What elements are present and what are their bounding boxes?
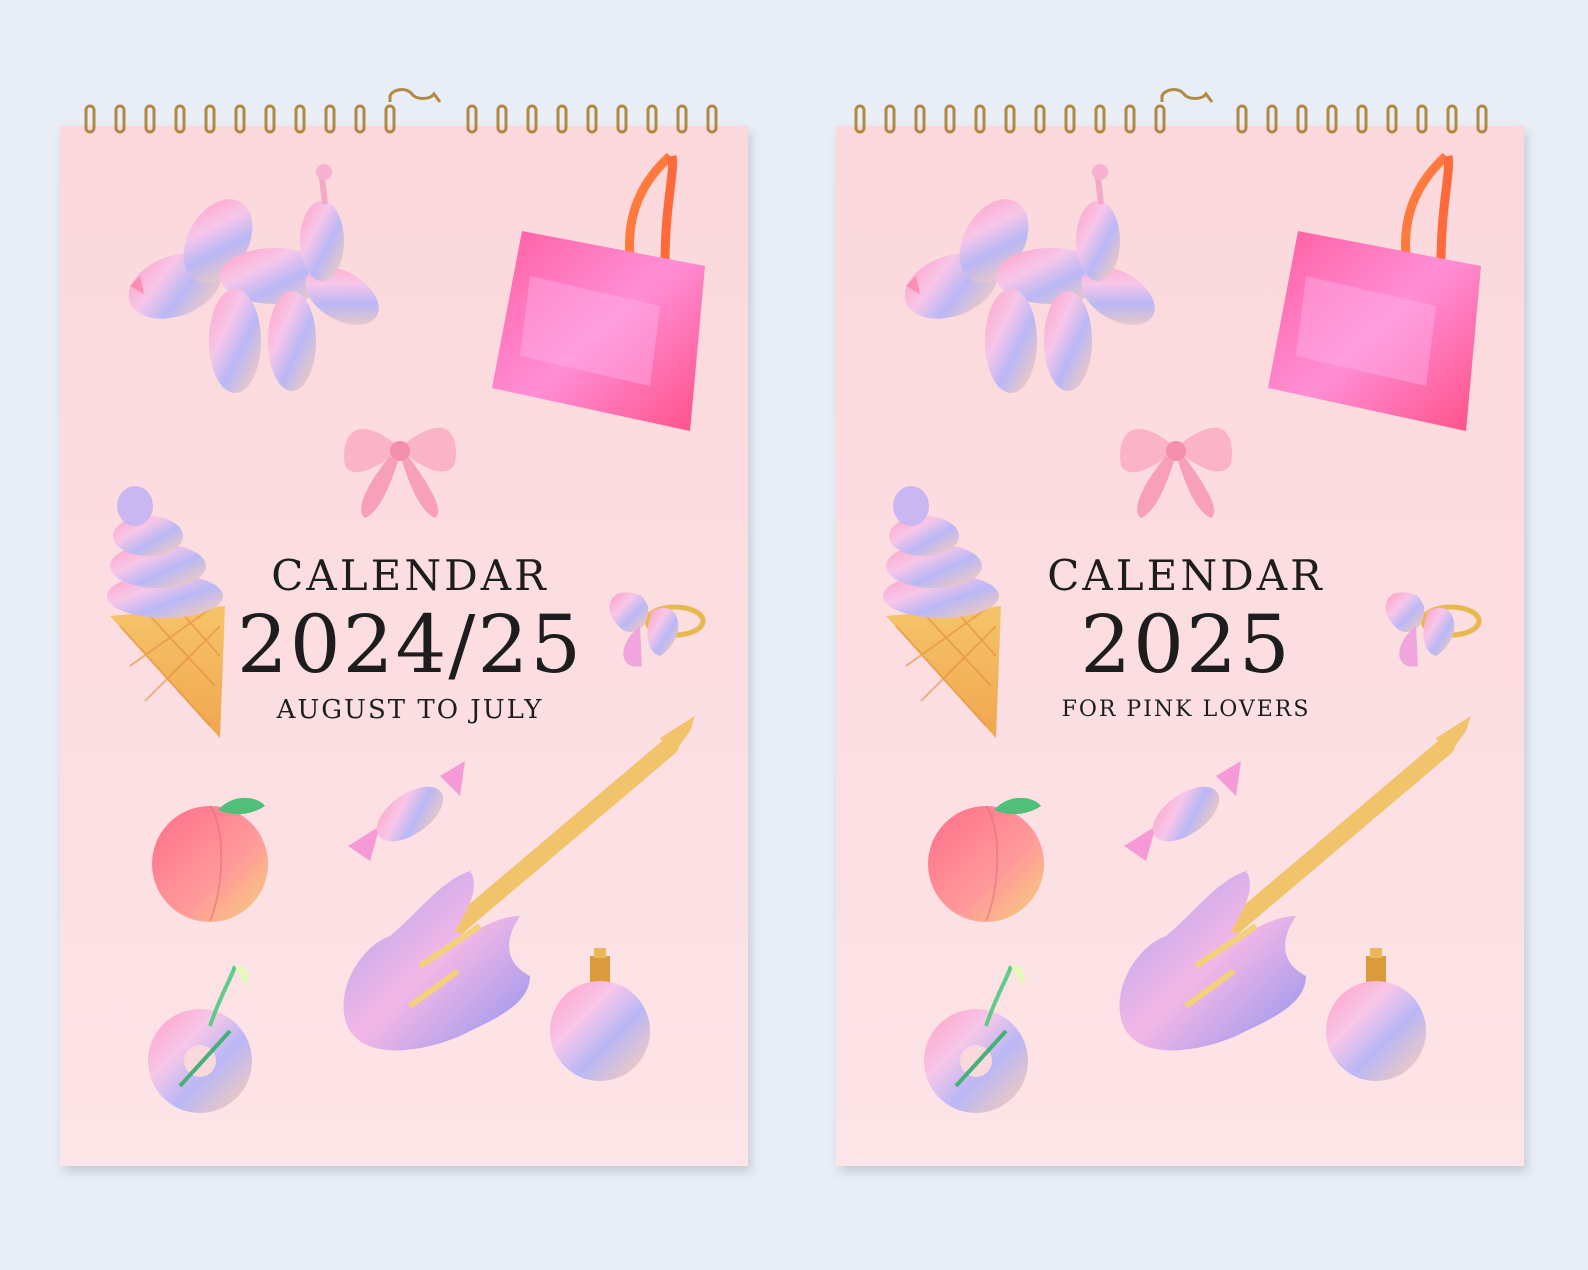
cover-title: CALENDAR 2024/25 AUGUST TO JULY xyxy=(210,552,610,726)
calendar-subtitle: FOR PINK LOVERS xyxy=(1061,697,1311,722)
calendar-cover-2024-25: CALENDAR 2024/25 AUGUST TO JULY xyxy=(60,88,748,1166)
calendar-label: CALENDAR xyxy=(1047,551,1325,600)
calendar-year: 2024/25 xyxy=(236,598,584,691)
cover-title: CALENDAR 2025 FOR PINK LOVERS xyxy=(986,552,1386,726)
calendar-subtitle: AUGUST TO JULY xyxy=(276,695,544,725)
calendar-year: 2025 xyxy=(1080,598,1292,691)
calendar-cover-2025: CALENDAR 2025 FOR PINK LOVERS xyxy=(836,88,1524,1166)
calendar-label: CALENDAR xyxy=(271,551,549,600)
